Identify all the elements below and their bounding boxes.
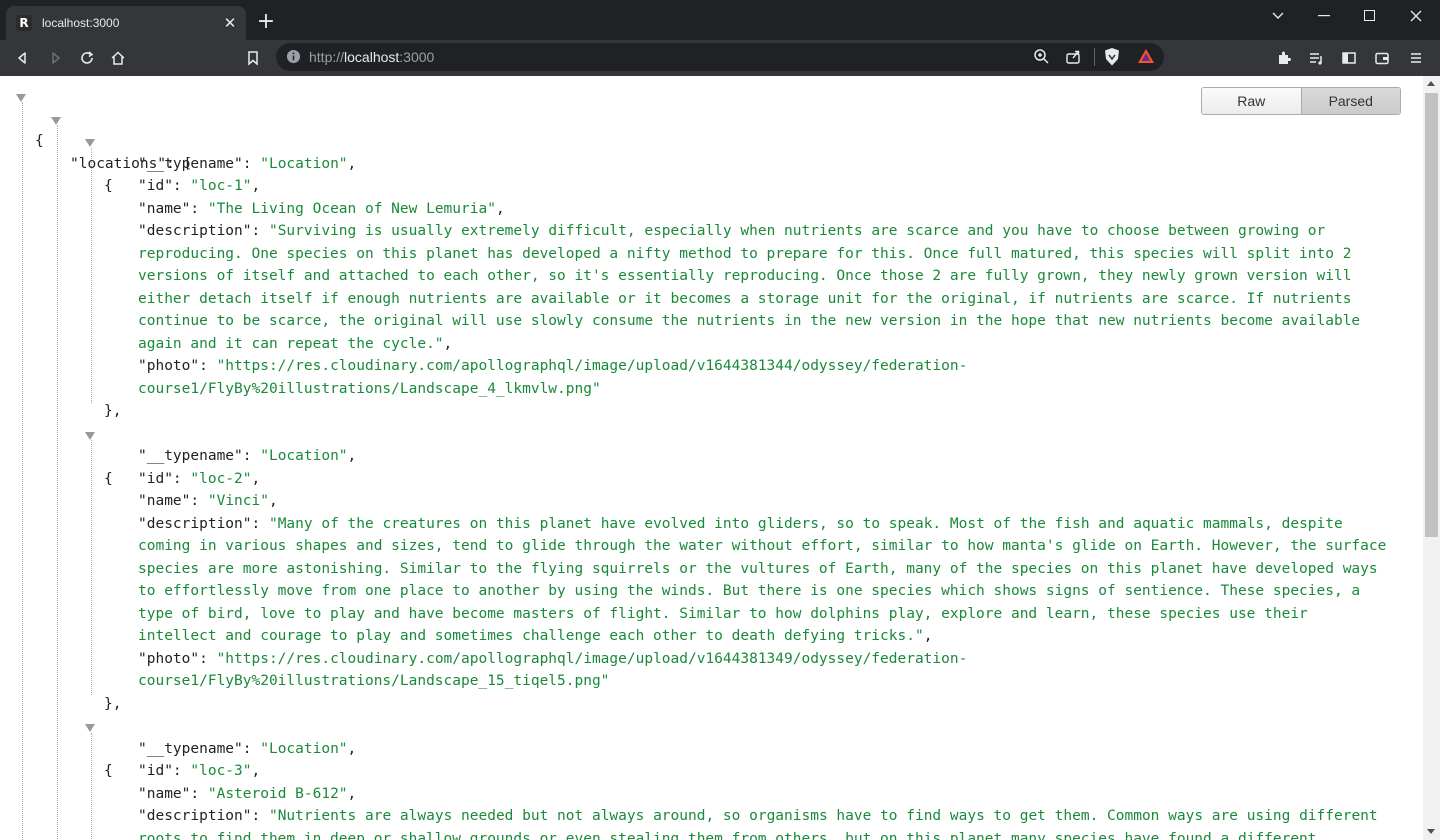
- close-window-icon[interactable]: [1393, 0, 1439, 32]
- json-line: type of bird, love to play and have beco…: [138, 605, 1308, 622]
- json-line: course1/FlyBy%20illustrations/Landscape_…: [138, 673, 610, 689]
- collapse-caret-icon[interactable]: [85, 724, 95, 732]
- url-text: http://localhost:3000: [309, 49, 435, 65]
- tab-title: localhost:3000: [42, 16, 120, 30]
- json-line: "locations": [: [0, 108, 1423, 172]
- tab-search-icon[interactable]: [1255, 0, 1301, 32]
- json-line: versions of itself and attached to each …: [138, 268, 1352, 284]
- separator: [1094, 48, 1095, 66]
- json-line: to effortlessly move from one place to a…: [138, 583, 1361, 599]
- json-line: "photo": "https://res.cloudinary.com/apo…: [138, 650, 968, 667]
- address-bar[interactable]: http://localhost:3000: [276, 43, 1164, 71]
- json-line: {: [0, 130, 1423, 194]
- json-line: intellect and courage to play and someti…: [138, 628, 933, 644]
- json-line: course1/FlyBy%20illustrations/Landscape_…: [138, 380, 601, 397]
- json-line: "name": "The Living Ocean of New Lemuria…: [138, 200, 505, 217]
- share-icon[interactable]: [1065, 48, 1082, 69]
- json-line: "id": "loc-1",: [138, 178, 261, 194]
- json-line: either detach itself if enough nutrients…: [138, 290, 1352, 307]
- json-line: "name": "Vinci",: [138, 493, 278, 509]
- wallet-icon[interactable]: [1369, 45, 1395, 71]
- info-icon[interactable]: [286, 49, 301, 68]
- vertical-scrollbar[interactable]: [1423, 76, 1440, 840]
- json-line: "description": "Surviving is usually ext…: [138, 223, 1326, 239]
- json-line: roots to find them in deep or shallow gr…: [138, 830, 1317, 840]
- json-line: "__typename": "Location",: [138, 448, 357, 464]
- new-tab-button[interactable]: +: [255, 11, 277, 33]
- json-line: "__typename": "Location",: [138, 740, 357, 757]
- brave-rewards-icon[interactable]: [1137, 48, 1155, 69]
- maximize-icon[interactable]: [1347, 0, 1393, 32]
- playlist-icon[interactable]: [1303, 45, 1329, 71]
- json-line: "description": "Nutrients are always nee…: [138, 808, 1378, 824]
- json-line: "__typename": "Location",: [138, 155, 357, 172]
- collapse-caret-icon[interactable]: [85, 431, 95, 440]
- collapse-caret-icon[interactable]: [51, 116, 61, 125]
- scroll-up-icon[interactable]: [1427, 81, 1435, 86]
- json-line: again and it can repeat the cycle.",: [138, 335, 453, 352]
- json-line: {: [0, 85, 1423, 149]
- json-line: "photo": "https://res.cloudinary.com/apo…: [138, 358, 968, 374]
- json-line: },: [104, 695, 122, 712]
- reload-icon[interactable]: [74, 45, 100, 71]
- json-line: {: [0, 423, 1423, 487]
- bookmark-icon[interactable]: [240, 45, 266, 71]
- menu-icon[interactable]: [1403, 45, 1429, 71]
- zoom-icon[interactable]: [1033, 48, 1050, 69]
- json-tree: { "locations": [ { "__typename": "Locati…: [0, 85, 1423, 840]
- json-line: reproducing. One species on this planet …: [138, 245, 1352, 262]
- minimize-icon[interactable]: [1301, 0, 1347, 32]
- json-line: {: [0, 715, 1423, 779]
- back-icon[interactable]: [10, 45, 36, 71]
- tab-close-icon[interactable]: ✕: [220, 13, 240, 33]
- json-line: "name": "Asteroid B-612",: [138, 785, 357, 802]
- collapse-caret-icon[interactable]: [85, 139, 95, 147]
- scrollbar-thumb[interactable]: [1425, 93, 1438, 537]
- scroll-down-icon[interactable]: [1427, 829, 1435, 834]
- forward-icon[interactable]: [42, 45, 68, 71]
- sidebar-icon[interactable]: [1336, 45, 1362, 71]
- json-line: "id": "loc-2",: [138, 470, 261, 487]
- json-line: },: [104, 403, 122, 419]
- browser-tab[interactable]: R localhost:3000 ✕: [6, 6, 246, 40]
- home-icon[interactable]: [105, 45, 131, 71]
- json-line: "id": "loc-3",: [138, 763, 261, 779]
- brave-shield-icon[interactable]: [1103, 47, 1121, 71]
- title-bar: R localhost:3000 ✕ +: [0, 0, 1440, 40]
- extensions-icon[interactable]: [1271, 45, 1297, 71]
- json-line: continue to be scarce, the original will…: [138, 313, 1361, 329]
- json-line: coming in various shapes and sizes, tend…: [138, 538, 1387, 554]
- json-line: species are more astonishing. Similar to…: [138, 560, 1378, 577]
- collapse-caret-icon[interactable]: [16, 94, 26, 102]
- favicon-icon: R: [16, 15, 32, 31]
- json-line: "description": "Many of the creatures on…: [138, 515, 1343, 532]
- json-viewer: Raw Parsed { "locations": [ { "__typenam…: [0, 76, 1423, 840]
